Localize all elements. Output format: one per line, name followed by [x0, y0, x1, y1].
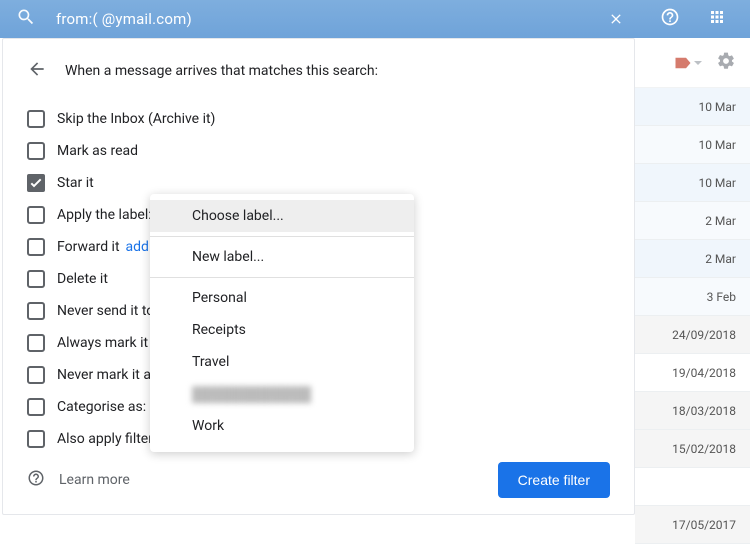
checkbox-unchecked[interactable]: [27, 110, 45, 128]
search-wrap: from:( @ymail.com): [0, 0, 597, 38]
panel-title: When a message arrives that matches this…: [65, 63, 378, 79]
checkbox-unchecked[interactable]: [27, 334, 45, 352]
panel-header: When a message arrives that matches this…: [27, 59, 610, 83]
help-circle-icon: [27, 469, 45, 491]
message-row[interactable]: 15/02/2018: [635, 430, 750, 468]
opt-label: Categorise as: C: [57, 399, 162, 415]
learn-more-text: Learn more: [59, 472, 130, 488]
panel-footer: Learn more Create filter: [27, 462, 610, 498]
opt-label: Mark as read: [57, 143, 138, 159]
help-icon[interactable]: [660, 7, 680, 31]
create-filter-button[interactable]: Create filter: [498, 462, 610, 498]
search-query[interactable]: from:( @ymail.com): [56, 10, 192, 28]
opt-label: Forward it: [57, 239, 120, 255]
menu-item-new-label[interactable]: New label...: [150, 241, 414, 273]
checkbox-unchecked[interactable]: [27, 142, 45, 160]
message-row[interactable]: 2 Mar: [635, 240, 750, 278]
message-row[interactable]: 10 Mar: [635, 126, 750, 164]
checkbox-unchecked[interactable]: [27, 238, 45, 256]
checkbox-unchecked[interactable]: [27, 206, 45, 224]
gear-icon[interactable]: [716, 51, 736, 75]
menu-item-label[interactable]: Work: [150, 410, 414, 442]
search-icon[interactable]: [16, 7, 36, 31]
opt-skip-inbox[interactable]: Skip the Inbox (Archive it): [27, 103, 610, 135]
message-row[interactable]: 24/09/2018: [635, 316, 750, 354]
right-rail: 10 Mar10 Mar10 Mar2 Mar2 Mar3 Feb24/09/2…: [635, 0, 750, 517]
checkbox-unchecked[interactable]: [27, 366, 45, 384]
menu-item-label[interactable]: Personal: [150, 282, 414, 314]
clear-search-button[interactable]: [597, 0, 635, 38]
apps-icon[interactable]: [708, 8, 726, 30]
menu-separator: [150, 236, 414, 237]
right-rail-header: [635, 0, 750, 38]
message-row[interactable]: 3 Feb: [635, 278, 750, 316]
message-row[interactable]: 19/04/2018: [635, 354, 750, 392]
menu-item-label[interactable]: Receipts: [150, 314, 414, 346]
checkbox-unchecked[interactable]: [27, 430, 45, 448]
menu-item-label[interactable]: Travel: [150, 346, 414, 378]
checkbox-unchecked[interactable]: [27, 302, 45, 320]
right-rail-toolbar: [635, 38, 750, 88]
learn-more-link[interactable]: Learn more: [27, 469, 130, 491]
opt-label: Skip the Inbox (Archive it): [57, 111, 215, 127]
message-row[interactable]: 10 Mar: [635, 88, 750, 126]
opt-mark-read[interactable]: Mark as read: [27, 135, 610, 167]
label-dropdown-menu: Choose label... New label... Personal Re…: [150, 194, 414, 452]
message-row[interactable]: [635, 468, 750, 506]
menu-separator: [150, 277, 414, 278]
opt-label: Never mark it as: [57, 367, 158, 383]
message-date-list: 10 Mar10 Mar10 Mar2 Mar2 Mar3 Feb24/09/2…: [635, 88, 750, 544]
menu-item-choose-label[interactable]: Choose label...: [150, 200, 414, 232]
opt-label: Apply the label:: [57, 207, 152, 223]
menu-item-label-redacted[interactable]: ████████████: [150, 378, 414, 410]
message-row[interactable]: 17/05/2017: [635, 506, 750, 544]
opt-label: Delete it: [57, 271, 108, 287]
checkbox-checked[interactable]: [27, 174, 45, 192]
back-arrow-icon[interactable]: [27, 59, 47, 83]
opt-label: Star it: [57, 175, 94, 191]
message-row[interactable]: 10 Mar: [635, 164, 750, 202]
chevron-down-icon: [694, 61, 702, 65]
forward-add-link[interactable]: add: [126, 239, 149, 255]
checkbox-unchecked[interactable]: [27, 398, 45, 416]
checkbox-unchecked[interactable]: [27, 270, 45, 288]
label-tag-icon[interactable]: [674, 56, 702, 70]
message-row[interactable]: 18/03/2018: [635, 392, 750, 430]
message-row[interactable]: 2 Mar: [635, 202, 750, 240]
